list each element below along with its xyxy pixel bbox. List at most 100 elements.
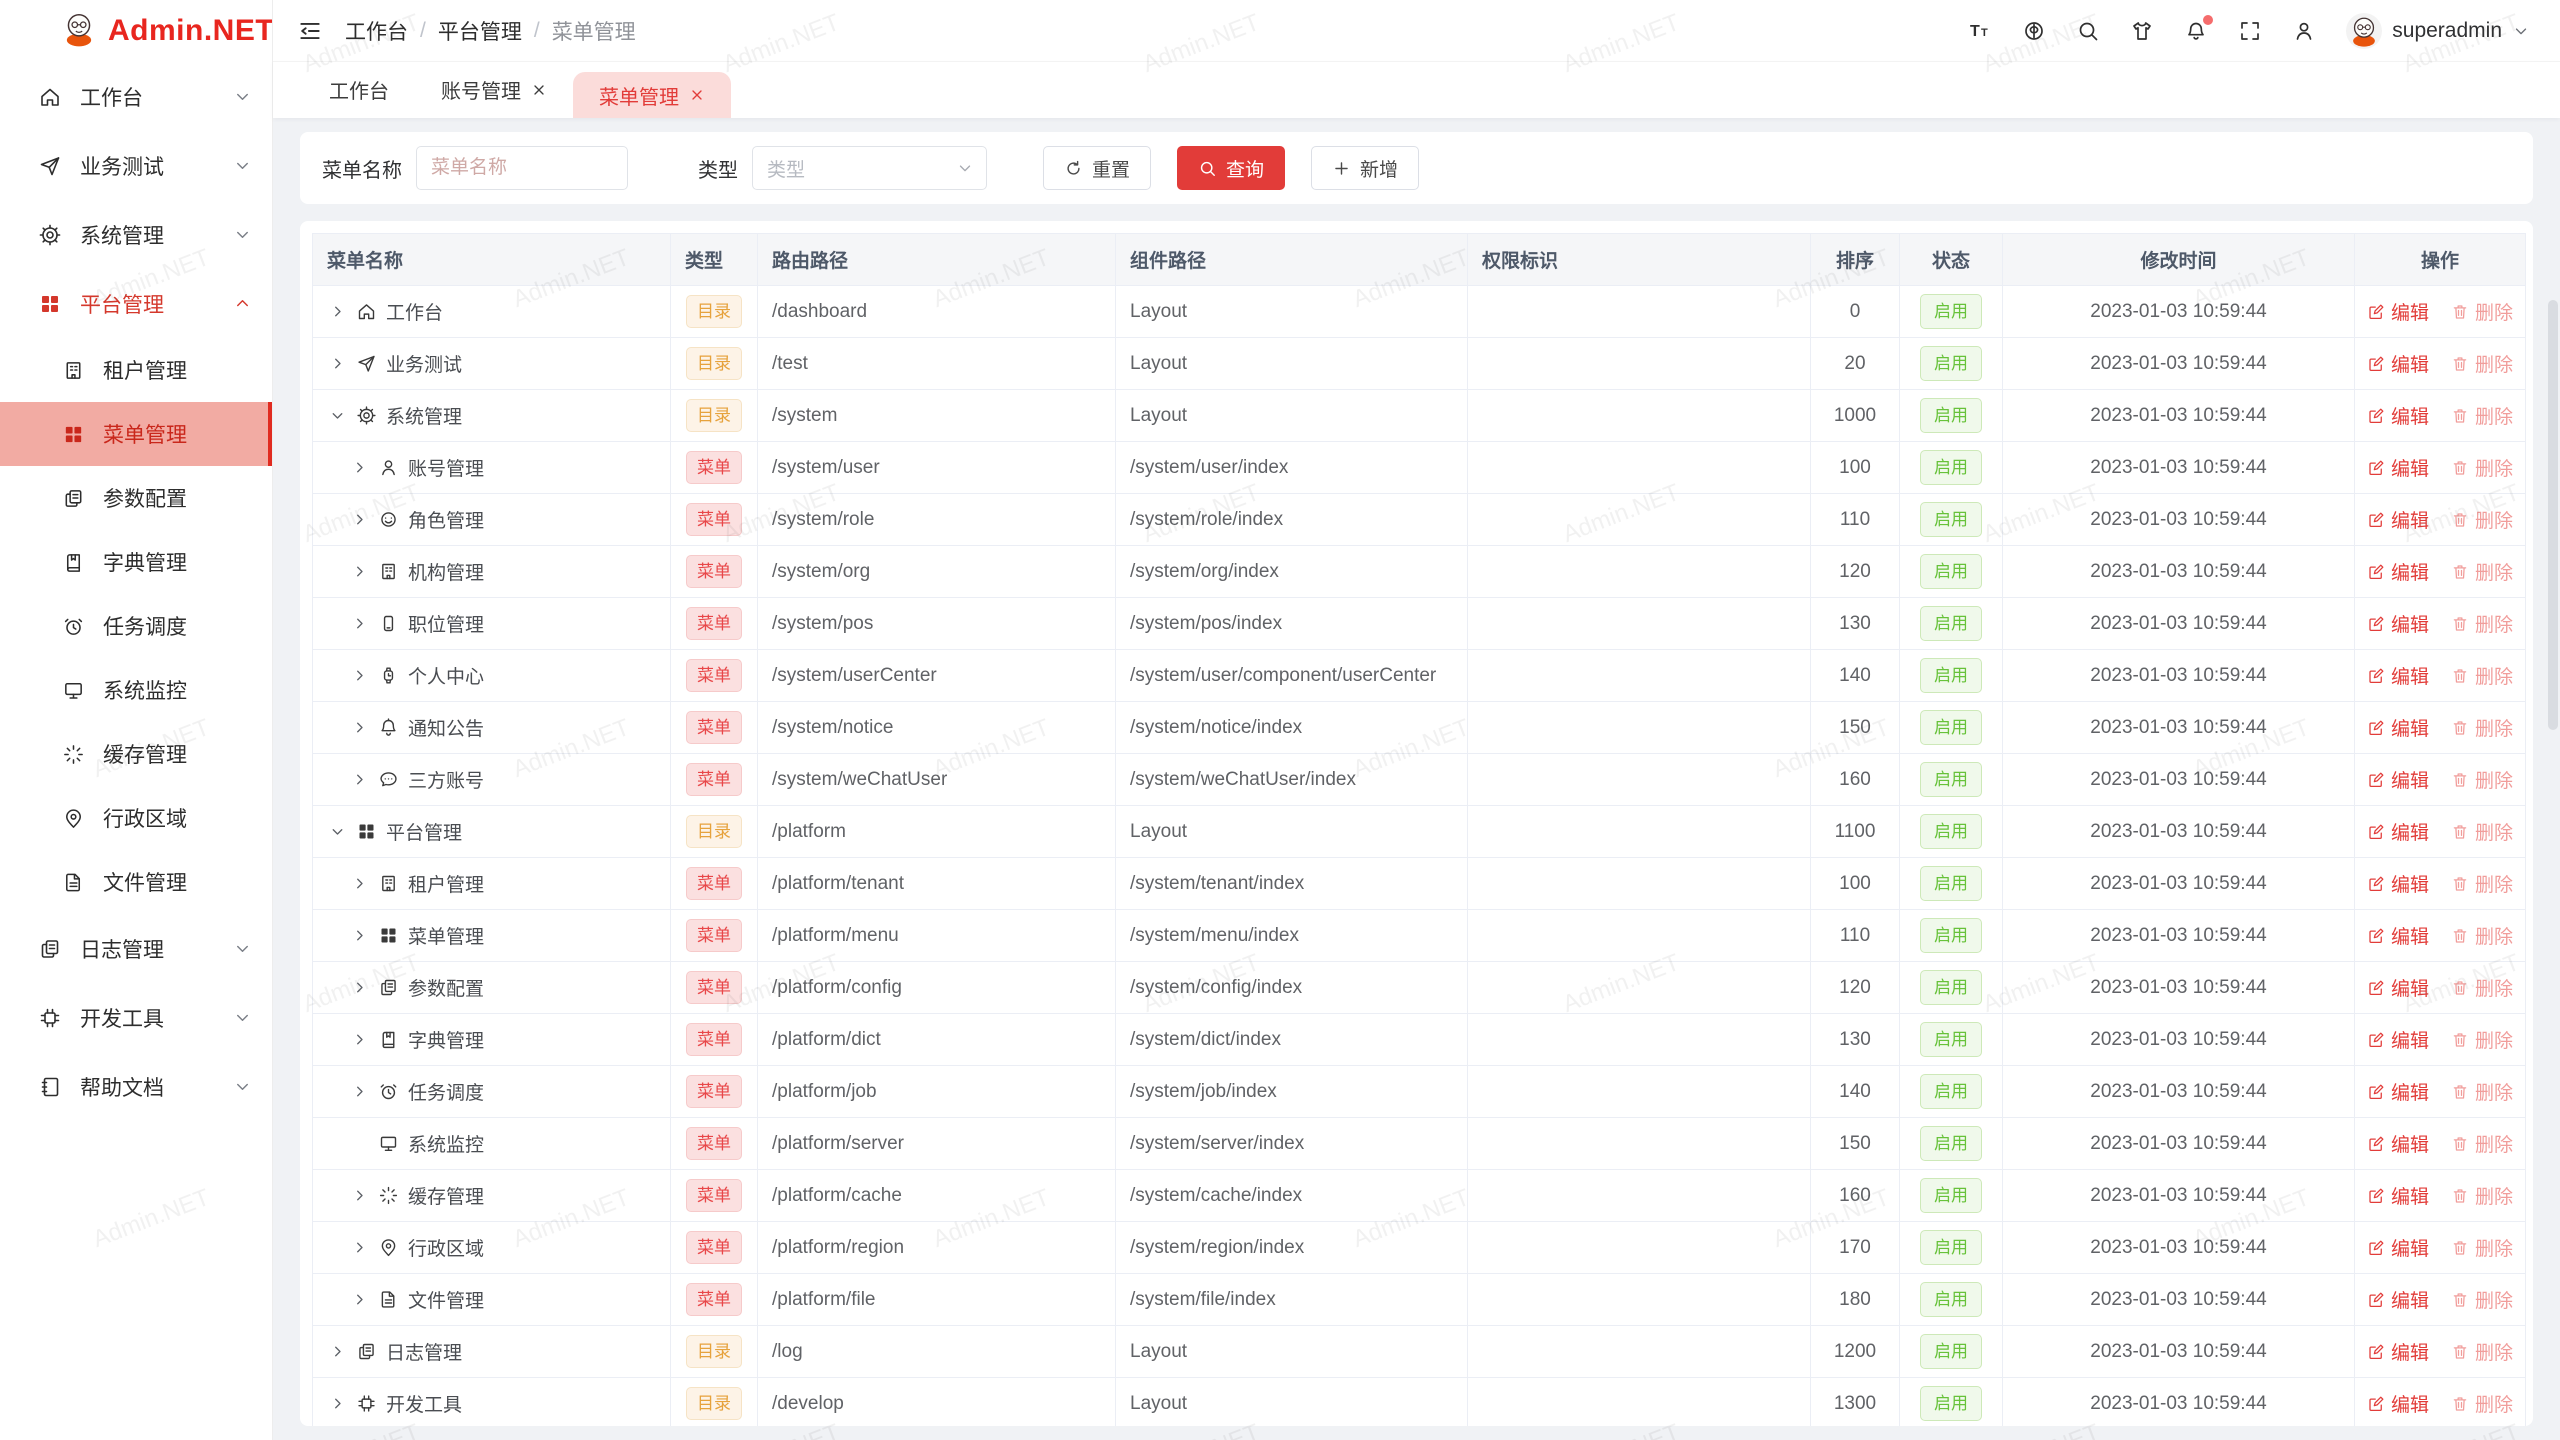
breadcrumb-item[interactable]: 工作台 bbox=[345, 16, 408, 46]
reset-button[interactable]: 重置 bbox=[1043, 146, 1151, 190]
chevron-right-icon[interactable] bbox=[349, 615, 369, 632]
sidebar-item[interactable]: 工作台 bbox=[0, 62, 272, 131]
delete-button[interactable]: 删除 bbox=[2451, 1026, 2513, 1053]
breadcrumb-item[interactable]: 平台管理 bbox=[438, 16, 522, 46]
edit-button[interactable]: 编辑 bbox=[2367, 870, 2429, 897]
delete-button[interactable]: 删除 bbox=[2451, 870, 2513, 897]
delete-button[interactable]: 删除 bbox=[2451, 1182, 2513, 1209]
edit-button[interactable]: 编辑 bbox=[2367, 610, 2429, 637]
delete-button[interactable]: 删除 bbox=[2451, 1338, 2513, 1365]
delete-button[interactable]: 删除 bbox=[2451, 974, 2513, 1001]
language-icon[interactable] bbox=[2022, 19, 2046, 43]
chevron-right-icon[interactable] bbox=[349, 979, 369, 996]
chevron-right-icon[interactable] bbox=[349, 719, 369, 736]
chevron-right-icon[interactable] bbox=[349, 1031, 369, 1048]
chevron-right-icon[interactable] bbox=[349, 1239, 369, 1256]
edit-button[interactable]: 编辑 bbox=[2367, 1130, 2429, 1157]
tab-工作台[interactable]: 工作台 bbox=[303, 61, 415, 118]
edit-button[interactable]: 编辑 bbox=[2367, 766, 2429, 793]
chevron-right-icon[interactable] bbox=[349, 1083, 369, 1100]
edit-button[interactable]: 编辑 bbox=[2367, 1182, 2429, 1209]
scrollbar-thumb[interactable] bbox=[2548, 300, 2558, 730]
add-button[interactable]: 新增 bbox=[1311, 146, 1419, 190]
sidebar-subitem[interactable]: 文件管理 bbox=[0, 850, 272, 914]
notification-icon[interactable] bbox=[2184, 19, 2208, 43]
delete-button[interactable]: 删除 bbox=[2451, 714, 2513, 741]
edit-button[interactable]: 编辑 bbox=[2367, 506, 2429, 533]
edit-button[interactable]: 编辑 bbox=[2367, 1338, 2429, 1365]
delete-button[interactable]: 删除 bbox=[2451, 506, 2513, 533]
edit-button[interactable]: 编辑 bbox=[2367, 714, 2429, 741]
edit-button[interactable]: 编辑 bbox=[2367, 298, 2429, 325]
edit-button[interactable]: 编辑 bbox=[2367, 1286, 2429, 1313]
sidebar-item[interactable]: 日志管理 bbox=[0, 914, 272, 983]
sidebar-item[interactable]: 业务测试 bbox=[0, 131, 272, 200]
delete-button[interactable]: 删除 bbox=[2451, 454, 2513, 481]
menu-name-input[interactable] bbox=[416, 146, 628, 190]
font-size-icon[interactable]: TT bbox=[1968, 19, 1992, 43]
user-menu[interactable]: superadmin bbox=[2346, 13, 2530, 49]
sidebar-subitem[interactable]: 任务调度 bbox=[0, 594, 272, 658]
delete-button[interactable]: 删除 bbox=[2451, 1130, 2513, 1157]
chevron-right-icon[interactable] bbox=[349, 459, 369, 476]
tab-账号管理[interactable]: 账号管理 bbox=[415, 61, 573, 118]
query-button[interactable]: 查询 bbox=[1177, 146, 1285, 190]
chevron-down-icon[interactable] bbox=[327, 823, 347, 840]
delete-button[interactable]: 删除 bbox=[2451, 1390, 2513, 1417]
delete-button[interactable]: 删除 bbox=[2451, 402, 2513, 429]
delete-button[interactable]: 删除 bbox=[2451, 922, 2513, 949]
edit-button[interactable]: 编辑 bbox=[2367, 662, 2429, 689]
chevron-right-icon[interactable] bbox=[349, 927, 369, 944]
delete-button[interactable]: 删除 bbox=[2451, 1234, 2513, 1261]
edit-button[interactable]: 编辑 bbox=[2367, 974, 2429, 1001]
edit-button[interactable]: 编辑 bbox=[2367, 1078, 2429, 1105]
edit-button[interactable]: 编辑 bbox=[2367, 402, 2429, 429]
sidebar-subitem[interactable]: 系统监控 bbox=[0, 658, 272, 722]
sidebar-subitem[interactable]: 行政区域 bbox=[0, 786, 272, 850]
edit-button[interactable]: 编辑 bbox=[2367, 1234, 2429, 1261]
chevron-down-icon[interactable] bbox=[327, 407, 347, 424]
sidebar-subitem[interactable]: 缓存管理 bbox=[0, 722, 272, 786]
search-icon[interactable] bbox=[2076, 19, 2100, 43]
sidebar-subitem[interactable]: 参数配置 bbox=[0, 466, 272, 530]
chevron-right-icon[interactable] bbox=[327, 1395, 347, 1412]
edit-button[interactable]: 编辑 bbox=[2367, 558, 2429, 585]
chevron-right-icon[interactable] bbox=[349, 1187, 369, 1204]
chevron-right-icon[interactable] bbox=[349, 511, 369, 528]
edit-button[interactable]: 编辑 bbox=[2367, 454, 2429, 481]
edit-button[interactable]: 编辑 bbox=[2367, 818, 2429, 845]
collapse-sidebar-icon[interactable] bbox=[297, 18, 323, 44]
delete-button[interactable]: 删除 bbox=[2451, 662, 2513, 689]
chevron-right-icon[interactable] bbox=[349, 875, 369, 892]
chevron-right-icon[interactable] bbox=[327, 303, 347, 320]
chevron-right-icon[interactable] bbox=[327, 1343, 347, 1360]
sidebar-item[interactable]: 平台管理 bbox=[0, 269, 272, 338]
delete-button[interactable]: 删除 bbox=[2451, 558, 2513, 585]
sidebar-subitem[interactable]: 字典管理 bbox=[0, 530, 272, 594]
type-select[interactable]: 类型 bbox=[752, 146, 987, 190]
edit-button[interactable]: 编辑 bbox=[2367, 922, 2429, 949]
sidebar-item[interactable]: 系统管理 bbox=[0, 200, 272, 269]
delete-button[interactable]: 删除 bbox=[2451, 1078, 2513, 1105]
delete-button[interactable]: 删除 bbox=[2451, 1286, 2513, 1313]
chevron-right-icon[interactable] bbox=[349, 771, 369, 788]
delete-button[interactable]: 删除 bbox=[2451, 818, 2513, 845]
delete-button[interactable]: 删除 bbox=[2451, 766, 2513, 793]
close-icon[interactable] bbox=[689, 87, 705, 103]
edit-button[interactable]: 编辑 bbox=[2367, 1390, 2429, 1417]
edit-button[interactable]: 编辑 bbox=[2367, 1026, 2429, 1053]
theme-icon[interactable] bbox=[2130, 19, 2154, 43]
delete-button[interactable]: 删除 bbox=[2451, 298, 2513, 325]
chevron-right-icon[interactable] bbox=[349, 667, 369, 684]
sidebar-subitem[interactable]: 菜单管理 bbox=[0, 402, 272, 466]
chevron-right-icon[interactable] bbox=[349, 563, 369, 580]
sidebar-subitem[interactable]: 租户管理 bbox=[0, 338, 272, 402]
chevron-right-icon[interactable] bbox=[349, 1291, 369, 1308]
edit-button[interactable]: 编辑 bbox=[2367, 350, 2429, 377]
sidebar-item[interactable]: 开发工具 bbox=[0, 983, 272, 1052]
close-icon[interactable] bbox=[531, 82, 547, 98]
tab-菜单管理[interactable]: 菜单管理 bbox=[573, 72, 731, 118]
delete-button[interactable]: 删除 bbox=[2451, 350, 2513, 377]
user-icon[interactable] bbox=[2292, 19, 2316, 43]
sidebar-item[interactable]: 帮助文档 bbox=[0, 1052, 272, 1121]
